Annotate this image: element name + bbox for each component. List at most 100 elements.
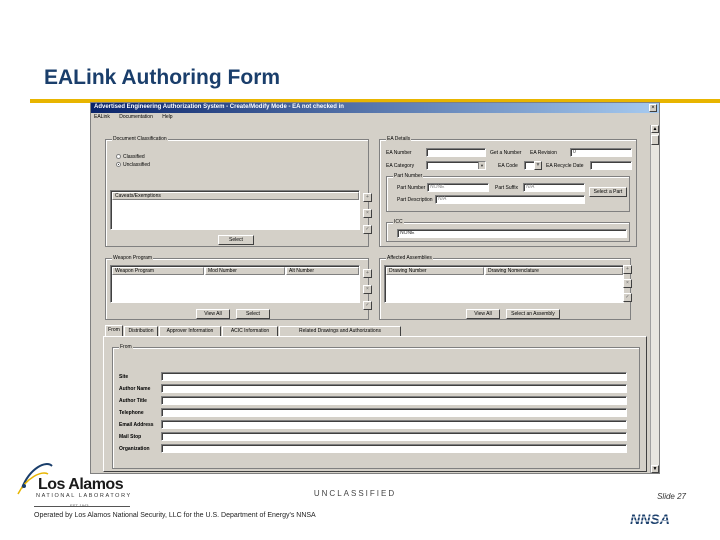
weapon-add-button[interactable]: + [363, 269, 372, 278]
ea-recycle-date-label: EA Recycle Date [546, 163, 584, 169]
ea-code-label: EA Code [498, 163, 518, 169]
icc-field[interactable]: NONE [397, 229, 627, 238]
vertical-scrollbar[interactable]: ▲ ▼ [650, 125, 659, 473]
assembly-add-button[interactable]: + [623, 265, 632, 274]
menu-documentation[interactable]: Documentation [119, 114, 153, 120]
affected-assemblies-group: Affected Assemblies Drawing Number Drawi… [379, 255, 631, 320]
scroll-thumb[interactable] [651, 135, 659, 145]
menubar: EALink Documentation Help [91, 114, 659, 123]
assembly-check-button[interactable]: ✓ [623, 293, 632, 302]
author-title-label: Author Title [119, 398, 147, 404]
app-window: Advertised Engineering Authorization Sys… [90, 102, 660, 474]
icc-label: ICC [393, 219, 404, 225]
radio-classified-dot[interactable] [116, 154, 121, 160]
ea-revision-field[interactable]: 0 [570, 148, 632, 157]
drawing-number-col[interactable]: Drawing Number [386, 267, 484, 275]
icc-group: ICC NONE [386, 219, 630, 242]
weapon-program-list[interactable]: Weapon Program Mod Number Alt Number [110, 265, 360, 303]
mail-stop-label: Mail Stop [119, 434, 142, 440]
author-name-label: Author Name [119, 386, 151, 392]
mod-number-col[interactable]: Mod Number [205, 267, 285, 275]
radio-unclassified-label: Unclassified [123, 162, 150, 168]
tab-acic-information[interactable]: ACIC Information [222, 326, 278, 336]
tab-panel-from: From Site Author Name Author Title Telep… [103, 336, 647, 472]
close-button[interactable]: × [649, 104, 657, 112]
from-group: From Site Author Name Author Title Telep… [112, 344, 640, 469]
operated-by-text: Operated by Los Alamos National Security… [34, 512, 316, 519]
weapon-program-label: Weapon Program [112, 255, 154, 261]
telephone-label: Telephone [119, 410, 144, 416]
scroll-up-icon[interactable]: ▲ [651, 125, 659, 133]
part-number-field[interactable]: NONE [427, 183, 489, 192]
logo-est: EST. 1943 [70, 503, 89, 508]
affected-view-all-button[interactable]: View All [466, 309, 500, 319]
weapon-remove-button[interactable]: × [363, 285, 372, 294]
organization-label: Organization [119, 446, 150, 452]
part-suffix-field[interactable]: N/A [523, 183, 585, 192]
caveats-check-button[interactable]: ✓ [363, 225, 372, 234]
weapon-select-button[interactable]: Select [236, 309, 270, 319]
document-classification-label: Document Classification [112, 136, 168, 142]
document-classification-group: Document Classification Classified Uncla… [105, 136, 369, 247]
caveats-list[interactable]: Caveats/Exemptions [110, 190, 360, 230]
ea-revision-label: EA Revision [530, 150, 557, 156]
site-field[interactable] [161, 372, 627, 381]
ea-category-chevron-down-icon[interactable]: ▼ [478, 162, 485, 169]
part-number-group: Part Number Part Number NONE Part Suffix… [386, 173, 630, 212]
get-number-label[interactable]: Get a Number [490, 150, 521, 156]
weapon-program-col[interactable]: Weapon Program [112, 267, 204, 275]
tab-from[interactable]: From [105, 325, 123, 336]
affected-assemblies-label: Affected Assemblies [386, 255, 433, 261]
logo-subtitle: NATIONAL LABORATORY [36, 493, 132, 499]
ea-details-label: EA Details [386, 136, 412, 142]
ea-details-group: EA Details EA Number Get a Number EA Rev… [379, 136, 637, 247]
caveats-header[interactable]: Caveats/Exemptions [112, 192, 359, 200]
slide-title: EALink Authoring Form [44, 66, 281, 89]
caveats-select-button[interactable]: Select [218, 235, 254, 245]
select-assembly-button[interactable]: Select an Assembly [506, 309, 560, 319]
site-label: Site [119, 374, 129, 380]
alt-number-col[interactable]: Alt Number [286, 267, 359, 275]
part-number-label: Part Number [397, 185, 426, 191]
part-number-group-label: Part Number [393, 173, 424, 179]
window-titlebar[interactable]: Advertised Engineering Authorization Sys… [91, 103, 659, 113]
caveats-add-button[interactable]: + [363, 193, 372, 202]
radio-unclassified[interactable]: Unclassified [116, 162, 150, 168]
weapon-program-group: Weapon Program Weapon Program Mod Number… [105, 255, 369, 320]
logo-name: Los Alamos [38, 476, 124, 493]
ea-number-label: EA Number [386, 150, 412, 156]
ea-recycle-date-field[interactable] [590, 161, 632, 170]
organization-field[interactable] [161, 444, 627, 453]
caveats-remove-button[interactable]: × [363, 209, 372, 218]
select-part-button[interactable]: Select a Part [589, 187, 627, 197]
radio-classified[interactable]: Classified [116, 154, 145, 160]
part-description-label: Part Description [397, 197, 433, 203]
mail-stop-field[interactable] [161, 432, 627, 441]
ea-number-field[interactable] [426, 148, 486, 157]
author-name-field[interactable] [161, 384, 627, 393]
drawing-nomenclature-col[interactable]: Drawing Nomenclature [485, 267, 623, 275]
scroll-down-icon[interactable]: ▼ [651, 465, 659, 473]
part-description-field[interactable]: N/A [435, 195, 585, 204]
ea-category-select[interactable]: ▼ [426, 161, 486, 170]
ea-code-chevron-down-icon[interactable]: ▼ [534, 161, 542, 170]
radio-unclassified-dot[interactable] [116, 162, 121, 168]
author-title-field[interactable] [161, 396, 627, 405]
telephone-field[interactable] [161, 408, 627, 417]
tab-distribution[interactable]: Distribution [124, 326, 158, 336]
classification-marking: UNCLASSIFIED [313, 489, 397, 498]
nnsa-logo-icon: NNSA [614, 511, 686, 527]
assembly-remove-button[interactable]: × [623, 279, 632, 288]
tab-related-drawings[interactable]: Related Drawings and Authorizations [279, 326, 401, 336]
window-title: Advertised Engineering Authorization Sys… [94, 104, 344, 110]
radio-classified-label: Classified [123, 154, 145, 160]
ea-category-label: EA Category [386, 163, 415, 169]
weapon-view-all-button[interactable]: View All [196, 309, 230, 319]
email-address-field[interactable] [161, 420, 627, 429]
menu-help[interactable]: Help [162, 114, 172, 120]
weapon-check-button[interactable]: ✓ [363, 301, 372, 310]
affected-assemblies-list[interactable]: Drawing Number Drawing Nomenclature [384, 265, 624, 303]
from-group-label: From [119, 344, 133, 350]
tab-approver-information[interactable]: Approver Information [159, 326, 221, 336]
menu-ealink[interactable]: EALink [94, 114, 110, 120]
